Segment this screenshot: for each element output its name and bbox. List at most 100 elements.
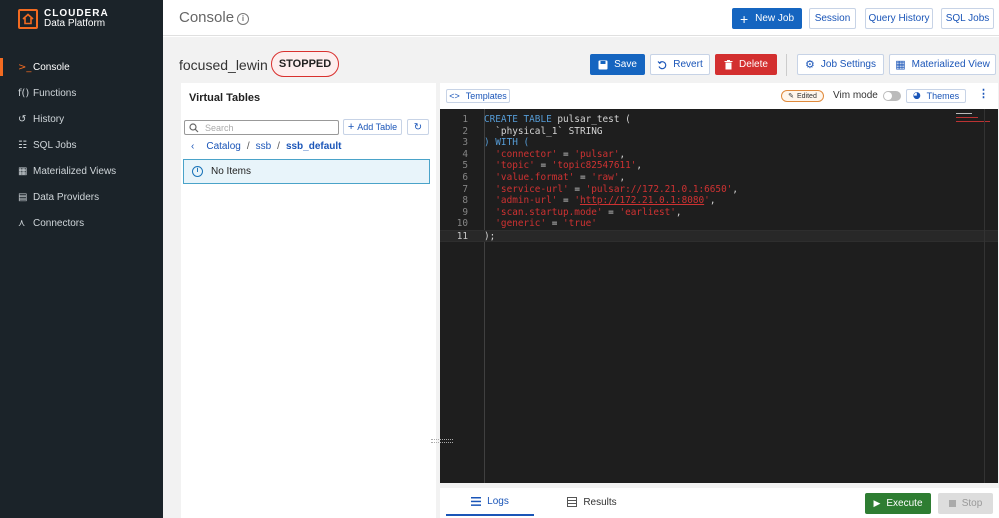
top-bar: Console i + New Job Session Query History …	[163, 0, 999, 36]
trash-icon	[724, 59, 733, 69]
sidebar-item-label: History	[33, 113, 65, 125]
code-editor[interactable]: 1 CREATE TABLE pulsar_test (2 `physical_1…	[440, 109, 998, 483]
code-line[interactable]: 11);	[440, 229, 998, 242]
refresh-button[interactable]: ↻	[407, 119, 429, 135]
status-badge: STOPPED	[271, 51, 339, 77]
code-token: =	[557, 148, 575, 160]
code-line[interactable]: 5 'topic' = 'topic82547611',	[440, 160, 998, 172]
code-token: ,	[732, 183, 739, 195]
sidebar-item-label: SQL Jobs	[33, 139, 77, 151]
sidebar-item-icon: ☷	[18, 139, 27, 151]
materialized-view-button[interactable]: ▦ Materialized View	[889, 54, 996, 75]
sidebar-item-icon: ▦	[18, 165, 28, 177]
code-token: 'generic'	[484, 218, 547, 230]
stop-icon	[948, 500, 956, 507]
code-token: =	[568, 183, 586, 195]
code-token: 'admin-url'	[484, 195, 558, 207]
code-token: 'true'	[563, 218, 597, 230]
vim-mode-toggle[interactable]: Vim mode	[833, 90, 901, 101]
sidebar-item-functions[interactable]: f() Functions	[0, 80, 163, 106]
line-number: 9	[462, 206, 468, 218]
revert-icon	[657, 60, 667, 69]
line-number: 11	[456, 230, 468, 242]
code-token: 'service-url'	[484, 183, 569, 195]
stop-button[interactable]: Stop	[938, 493, 993, 514]
delete-button[interactable]: Delete	[715, 54, 777, 75]
resize-handle[interactable]	[431, 439, 453, 443]
edited-badge: ✎ Edited	[781, 90, 824, 102]
bottom-panel: Logs Results ▶ Execute Stop	[440, 488, 999, 518]
empty-state: i No Items	[183, 159, 430, 184]
breadcrumb-catalog[interactable]: Catalog	[206, 141, 240, 152]
code-line[interactable]: 6 'value.format' = 'raw',	[440, 172, 998, 184]
breadcrumb-back-icon[interactable]: ‹	[191, 141, 194, 152]
code-token: 'pulsar://172.21.0.1:6650'	[585, 183, 733, 195]
sql-jobs-button[interactable]: SQL Jobs	[941, 8, 994, 29]
sidebar-item-label: Functions	[33, 87, 77, 99]
sidebar-item-console[interactable]: >_ Console	[0, 54, 163, 80]
code-line[interactable]: 9 'scan.startup.mode' = 'earliest',	[440, 207, 998, 219]
revert-button[interactable]: Revert	[650, 54, 710, 75]
cloudera-logo-icon	[18, 9, 38, 29]
sidebar-item-label: Connectors	[33, 217, 85, 229]
sidebar: CLOUDERA Data Platform >_ Console f() Funct…	[0, 0, 163, 518]
info-icon: i	[192, 166, 203, 177]
toggle-switch[interactable]	[882, 90, 901, 101]
line-number: 10	[456, 218, 468, 230]
code-token: 'topic'	[484, 160, 535, 172]
more-options-icon[interactable]: ⋮	[978, 87, 989, 100]
code-token: =	[557, 195, 575, 207]
line-number: 7	[462, 183, 468, 195]
info-icon[interactable]: i	[237, 13, 250, 25]
sidebar-item-label: Data Providers	[33, 191, 100, 203]
session-button[interactable]: Session	[809, 8, 856, 29]
refresh-icon: ↻	[413, 121, 423, 133]
code-line[interactable]: 1 CREATE TABLE pulsar_test (	[440, 114, 998, 126]
line-number: 3	[462, 137, 468, 149]
code-line[interactable]: 2 `physical_1` STRING	[440, 126, 998, 138]
code-token: 'connector'	[484, 148, 558, 160]
code-token: ,	[619, 148, 626, 160]
line-number: 8	[462, 195, 468, 207]
new-job-button[interactable]: + New Job	[732, 8, 802, 29]
code-line[interactable]: 4 'connector' = 'pulsar',	[440, 149, 998, 161]
line-number: 5	[462, 160, 468, 172]
sidebar-item-label: Console	[33, 61, 70, 73]
sidebar-item-connectors[interactable]: ⋏ Connectors	[0, 210, 163, 236]
query-history-button[interactable]: Query History	[865, 8, 933, 29]
code-line[interactable]: 3) WITH (	[440, 137, 998, 149]
sidebar-item-sql-jobs[interactable]: ☷ SQL Jobs	[0, 132, 163, 158]
code-line[interactable]: 7 'service-url' = 'pulsar://172.21.0.1:6…	[440, 184, 998, 196]
sidebar-item-materialized-views[interactable]: ▦ Materialized Views	[0, 158, 163, 184]
cloudera-logo[interactable]: CLOUDERA Data Platform	[18, 9, 109, 29]
sidebar-item-history[interactable]: ↺ History	[0, 106, 163, 132]
code-line[interactable]: 10 'generic' = 'true'	[440, 218, 998, 230]
code-token: 'earliest'	[619, 206, 676, 218]
code-token: ,	[675, 206, 682, 218]
editor-scrollbar[interactable]	[984, 109, 998, 483]
line-number: 1	[462, 114, 468, 125]
search-placeholder: Search	[205, 122, 234, 133]
play-icon: ▶	[873, 498, 881, 508]
execute-button[interactable]: ▶ Execute	[865, 493, 931, 514]
breadcrumb-ssb[interactable]: ssb	[256, 141, 272, 152]
sidebar-item-icon: ⋏	[18, 217, 26, 229]
sidebar-item-data-providers[interactable]: ▤ Data Providers	[0, 184, 163, 210]
themes-button[interactable]: ◕ Themes	[906, 89, 966, 103]
tab-results[interactable]: Results	[558, 488, 626, 516]
save-button[interactable]: Save	[590, 54, 645, 75]
job-settings-button[interactable]: ⚙ Job Settings	[797, 54, 884, 75]
line-number: 6	[462, 171, 468, 183]
line-number: 4	[462, 148, 468, 160]
code-token: `physical_1` STRING	[484, 125, 603, 137]
tab-logs[interactable]: Logs	[446, 488, 534, 516]
line-number: 2	[462, 125, 468, 137]
add-table-button[interactable]: + Add Table	[343, 119, 402, 135]
breadcrumb-ssb-default: ssb_default	[285, 141, 342, 152]
search-input[interactable]: Search	[184, 120, 339, 135]
code-icon: <>	[449, 91, 460, 101]
sidebar-item-icon: >_	[18, 61, 32, 73]
code-token: 'scan.startup.mode'	[484, 206, 603, 218]
code-line[interactable]: 8 'admin-url' = 'http://172.21.0.1:8080'…	[440, 195, 998, 207]
templates-button[interactable]: <> Templates	[446, 89, 510, 103]
